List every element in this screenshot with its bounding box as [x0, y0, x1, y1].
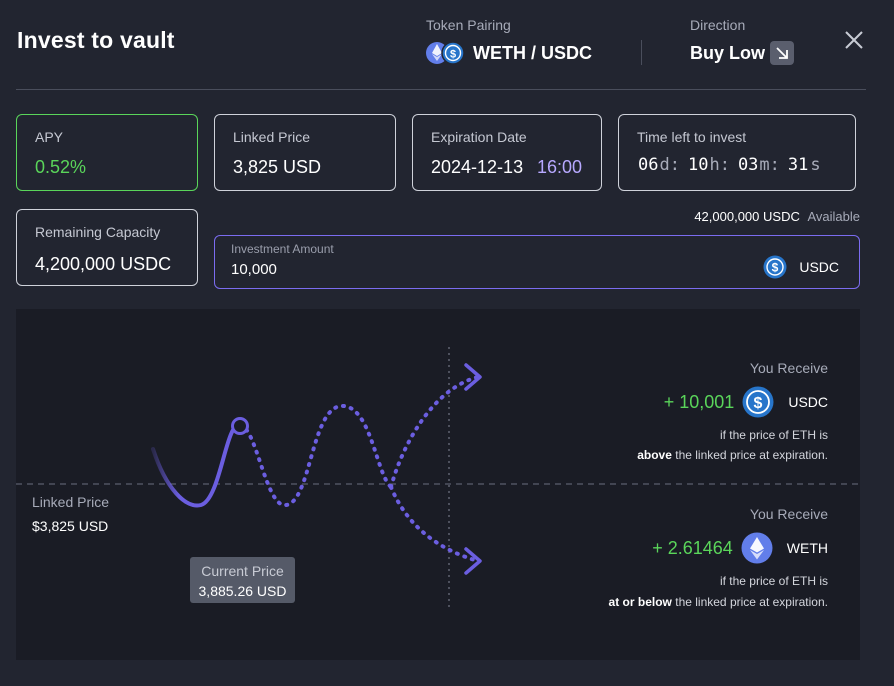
upper-receive-label: You Receive: [749, 360, 828, 376]
countdown-hours-unit: h:: [709, 155, 730, 175]
countdown-minutes: 03: [737, 155, 759, 175]
investment-currency: $ USDC: [763, 255, 839, 279]
current-price-marker: [231, 417, 249, 435]
page-title: Invest to vault: [17, 27, 175, 53]
apy-card: APY 0.52%: [16, 114, 198, 191]
svg-text:$: $: [772, 261, 779, 275]
available-balance: 42,000,000 USDC Available: [694, 209, 860, 224]
remaining-capacity-card: Remaining Capacity 4,200,000 USDC: [16, 209, 198, 286]
direction-label: Direction: [690, 17, 746, 33]
upper-receive-amount: + 10,001: [663, 391, 735, 412]
header-divider: [641, 40, 642, 65]
countdown-seconds-unit: s: [810, 155, 821, 175]
lower-condition-rest: the linked price at expiration.: [675, 595, 828, 609]
countdown: 06d: 10h: 03m: 31 s: [638, 155, 821, 175]
token-pairing-label: Token Pairing: [426, 17, 511, 33]
linked-price-value: 3,825 USD: [233, 157, 322, 177]
current-price-label: Current Price: [201, 563, 284, 579]
price-history-path: [151, 423, 242, 508]
lower-condition-line2: at or below the linked price at expirati…: [609, 595, 828, 609]
investment-amount-field[interactable]: Investment Amount $ USDC: [214, 235, 860, 289]
usdc-icon: $: [763, 255, 787, 279]
time-left-card: Time left to invest 06d: 10h: 03m: 31 s: [618, 114, 856, 191]
investment-amount-label: Investment Amount: [231, 242, 334, 256]
upper-receive-currency: USDC: [788, 394, 828, 410]
lower-condition-bold: at or below: [608, 595, 672, 609]
token-pair-icons: $: [425, 40, 467, 66]
svg-text:$: $: [754, 395, 763, 412]
upper-condition-bold: above: [637, 448, 672, 462]
lower-receive-label: You Receive: [749, 506, 828, 522]
apy-label: APY: [35, 129, 64, 145]
weth-icon: [741, 532, 773, 564]
investment-currency-label: USDC: [799, 259, 839, 275]
expiration-date: 2024-12-13: [431, 157, 524, 177]
upper-condition-line2: above the linked price at expiration.: [637, 448, 828, 462]
countdown-days-unit: d:: [659, 155, 680, 175]
linked-price-label: Linked Price: [233, 129, 311, 145]
expiration-time: 16:00: [537, 157, 583, 177]
remaining-capacity-value: 4,200,000 USDC: [35, 254, 172, 274]
investment-amount-input[interactable]: [231, 261, 731, 278]
countdown-hours: 10: [687, 155, 709, 175]
upper-branch-path: [389, 375, 480, 489]
countdown-days: 06: [638, 155, 659, 175]
countdown-seconds: 31: [787, 155, 809, 175]
available-label: Available: [807, 209, 860, 224]
lower-receive-amount: + 2.61464: [652, 537, 733, 558]
expiration-card: Expiration Date 2024-12-13 16:00: [412, 114, 602, 191]
upper-receive-row: + 10,001 $ USDC: [664, 386, 828, 418]
svg-text:$: $: [450, 49, 456, 61]
apy-value: 0.52%: [35, 157, 87, 177]
remaining-capacity-label: Remaining Capacity: [35, 224, 161, 240]
token-pairing-value: WETH / USDC: [473, 43, 592, 63]
available-amount: 42,000,000 USDC: [694, 209, 800, 224]
lower-receive-currency: WETH: [786, 540, 828, 556]
countdown-minutes-unit: m:: [759, 155, 780, 175]
price-projection-path: [238, 403, 393, 507]
close-icon[interactable]: [844, 30, 864, 50]
payoff-linked-price-label: Linked Price: [32, 494, 110, 510]
expiration-label: Expiration Date: [431, 129, 527, 145]
upper-arrow-head: [464, 363, 482, 391]
payoff-linked-price-value: $3,825 USD: [32, 518, 109, 534]
current-price-tooltip: Current Price 3,885.26 USD: [190, 557, 295, 603]
upper-condition-rest: the linked price at expiration.: [675, 448, 828, 462]
arrow-down-right-icon: [770, 41, 794, 65]
lower-receive-row: + 2.61464 WETH: [652, 532, 828, 564]
current-price-value: 3,885.26 USD: [198, 583, 287, 599]
lower-condition-line1: if the price of ETH is: [719, 574, 828, 588]
direction-value: Buy Low: [690, 43, 765, 63]
time-left-label: Time left to invest: [637, 129, 747, 145]
linked-price-card: Linked Price 3,825 USD: [214, 114, 396, 191]
upper-condition-line1: if the price of ETH is: [719, 428, 828, 442]
usdc-icon: $: [742, 386, 774, 418]
header-separator: [16, 89, 866, 90]
weth-icon: $: [426, 41, 465, 65]
